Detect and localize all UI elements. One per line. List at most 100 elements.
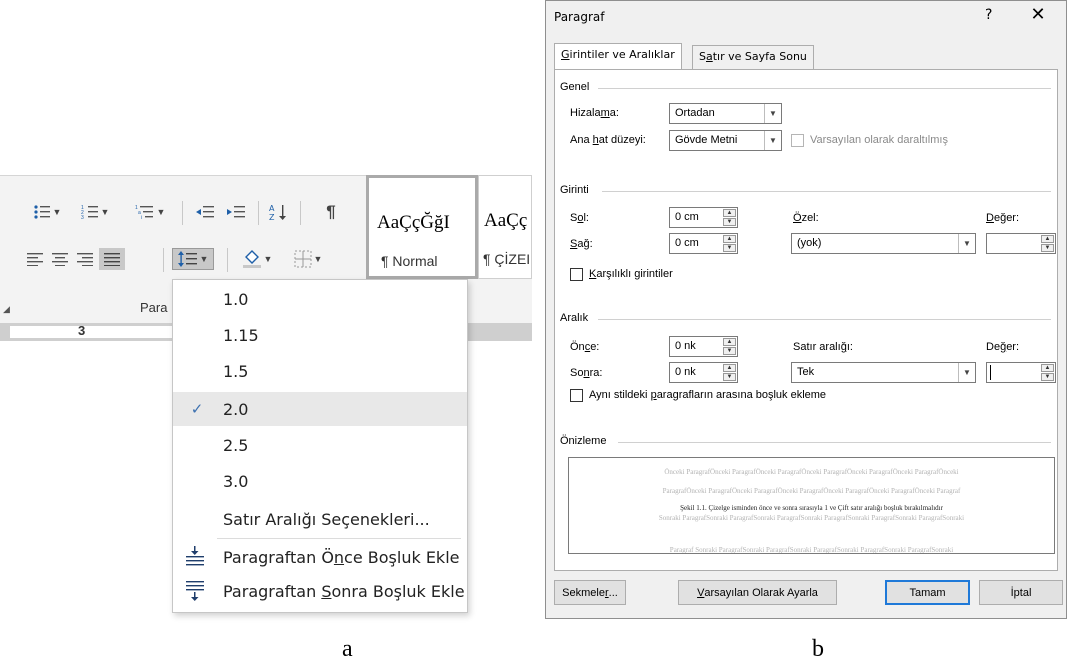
ruler-number: 3: [78, 323, 86, 338]
section-heading: Girinti: [560, 184, 589, 196]
line-spacing-menu: 1.0 1.15 1.5 ✓ 2.0 2.5 3.0 Satır Aralığı…: [172, 279, 468, 613]
line-spacing-at-label: Değer:: [986, 341, 1020, 353]
justify-button[interactable]: [99, 248, 125, 270]
outline-level-select[interactable]: Gövde Metni ▼: [669, 130, 782, 151]
sort-button[interactable]: AZ: [268, 201, 290, 223]
increase-indent-button[interactable]: [224, 201, 248, 223]
menu-item-add-space-before[interactable]: Paragraftan Önce Boşluk Ekle: [173, 540, 467, 574]
menu-item-add-space-after[interactable]: Paragraftan Sonra Boşluk Ekle: [173, 574, 467, 608]
spin-up-icon[interactable]: ▲: [723, 338, 736, 346]
tab-indents-spacing[interactable]: Girintiler ve Aralıklar: [554, 43, 682, 70]
preview-previous-text: Önceki ParagrafÖnceki ParagrafÖnceki Par…: [664, 468, 959, 476]
special-indent-label: Özel:: [793, 212, 819, 224]
style-cizelge[interactable]: AaÇç ¶ ÇİZEI: [478, 175, 532, 279]
chevron-down-icon: ▼: [263, 254, 273, 264]
ok-button[interactable]: Tamam: [885, 580, 970, 605]
set-default-button[interactable]: Varsayılan Olarak Ayarla: [678, 580, 837, 605]
indent-left-value: 0 cm: [675, 211, 699, 223]
alignment-select[interactable]: Ortadan ▼: [669, 103, 782, 124]
preview-current-text: Şekil 1.1. Çizelge isminden önce ve sonr…: [680, 504, 943, 512]
spin-up-icon[interactable]: ▲: [723, 235, 736, 243]
outline-level-value: Gövde Metni: [675, 134, 738, 146]
indent-right-label: Sağ:: [570, 238, 593, 250]
line-spacing-at-spinner[interactable]: ▲ ▼: [986, 362, 1056, 383]
line-spacing-value: Tek: [797, 366, 815, 378]
space-after-label: Sonra:: [570, 367, 603, 379]
menu-item-spacing-2-5[interactable]: 2.5: [173, 428, 467, 462]
dialog-launcher-icon[interactable]: ◢: [3, 304, 10, 315]
mirror-indents-label: Karşılıklı girintiler: [589, 268, 673, 280]
align-left-button[interactable]: [25, 248, 45, 270]
ribbon-separator: [163, 248, 164, 272]
space-before-spinner[interactable]: 0 nk ▲ ▼: [669, 336, 738, 357]
spin-down-icon[interactable]: ▼: [1041, 373, 1054, 381]
mirror-indents-checkbox[interactable]: [570, 268, 583, 281]
borders-button[interactable]: ▼: [286, 248, 330, 270]
line-spacing-button[interactable]: ▼: [172, 248, 214, 270]
svg-text:i: i: [141, 215, 142, 220]
menu-item-label: Satır Aralığı Seçenekleri...: [223, 509, 430, 529]
close-button[interactable]: ✕: [1023, 4, 1053, 28]
style-sample: AaÇç: [484, 210, 528, 231]
menu-separator: [217, 538, 461, 539]
line-spacing-select[interactable]: Tek ▼: [791, 362, 976, 383]
cancel-button[interactable]: İptal: [979, 580, 1063, 605]
preview-next-text: Paragraf Sonraki ParagrafSonraki Paragra…: [669, 546, 954, 554]
add-space-after-icon: [186, 581, 204, 601]
spin-down-icon[interactable]: ▼: [1041, 244, 1054, 252]
numbering-icon: 123: [81, 205, 98, 220]
pilcrow-icon: ¶: [326, 202, 336, 221]
ribbon-group-label: Para: [140, 300, 168, 315]
tabs-button[interactable]: Sekmele r...: [554, 580, 626, 605]
text-cursor: [990, 365, 991, 380]
collapsed-checkbox[interactable]: [791, 134, 804, 147]
collapsed-label: Varsayılan olarak daraltılmış: [810, 134, 948, 146]
menu-item-spacing-1-5[interactable]: 1.5: [173, 354, 467, 388]
paint-bucket-icon: [242, 250, 261, 268]
numbering-button[interactable]: 123 ▼: [78, 201, 112, 223]
space-after-spinner[interactable]: 0 nk ▲ ▼: [669, 362, 738, 383]
space-before-label: Önce:: [570, 341, 600, 353]
multilevel-list-button[interactable]: 1ai ▼: [130, 201, 170, 223]
help-button[interactable]: ?: [985, 7, 992, 23]
space-after-value: 0 nk: [675, 366, 696, 378]
indent-right-spinner[interactable]: 0 cm ▲ ▼: [669, 233, 738, 254]
spin-down-icon[interactable]: ▼: [723, 218, 736, 226]
special-indent-select[interactable]: (yok) ▼: [791, 233, 976, 254]
spin-up-icon[interactable]: ▲: [1041, 235, 1054, 243]
style-normal[interactable]: AaÇçĞğI ¶ Normal: [366, 175, 478, 279]
style-name: ¶ Normal: [381, 253, 438, 269]
tab-line-page-breaks[interactable]: Satır ve Sayfa Sonu: [692, 45, 814, 69]
menu-item-spacing-2-0[interactable]: ✓ 2.0: [173, 392, 467, 426]
spin-up-icon[interactable]: ▲: [1041, 364, 1054, 372]
special-indent-value: (yok): [797, 237, 822, 249]
align-right-button[interactable]: [75, 248, 95, 270]
dialog-title: Paragraf: [554, 10, 605, 24]
decrease-indent-button[interactable]: [193, 201, 217, 223]
spin-down-icon[interactable]: ▼: [723, 244, 736, 252]
increase-indent-icon: [227, 206, 245, 218]
spin-down-icon[interactable]: ▼: [723, 347, 736, 355]
menu-item-line-spacing-options[interactable]: Satır Aralığı Seçenekleri...: [173, 502, 467, 536]
align-center-button[interactable]: [50, 248, 70, 270]
preview-next-text: Sonraki ParagrafSonraki ParagrafSonraki …: [658, 514, 965, 522]
no-space-same-style-checkbox[interactable]: [570, 389, 583, 402]
indent-by-spinner[interactable]: ▲ ▼: [986, 233, 1056, 254]
menu-item-spacing-3-0[interactable]: 3.0: [173, 464, 467, 498]
bullets-button[interactable]: ▼: [30, 201, 64, 223]
indent-left-spinner[interactable]: 0 cm ▲ ▼: [669, 207, 738, 228]
shading-button[interactable]: ▼: [236, 248, 278, 270]
spin-down-icon[interactable]: ▼: [723, 373, 736, 381]
show-marks-button[interactable]: ¶: [320, 201, 342, 223]
chevron-down-icon: ▼: [52, 207, 62, 217]
spin-up-icon[interactable]: ▲: [723, 364, 736, 372]
section-heading: Aralık: [560, 312, 589, 324]
paragraph-preview: Önceki ParagrafÖnceki ParagrafÖnceki Par…: [568, 457, 1055, 554]
section-heading: Önizleme: [560, 435, 607, 447]
section-heading: Genel: [560, 81, 590, 93]
chevron-down-icon: ▼: [958, 363, 975, 382]
spin-up-icon[interactable]: ▲: [723, 209, 736, 217]
menu-item-spacing-1-15[interactable]: 1.15: [173, 318, 467, 352]
menu-item-spacing-1-0[interactable]: 1.0: [173, 282, 467, 316]
space-before-value: 0 nk: [675, 340, 696, 352]
